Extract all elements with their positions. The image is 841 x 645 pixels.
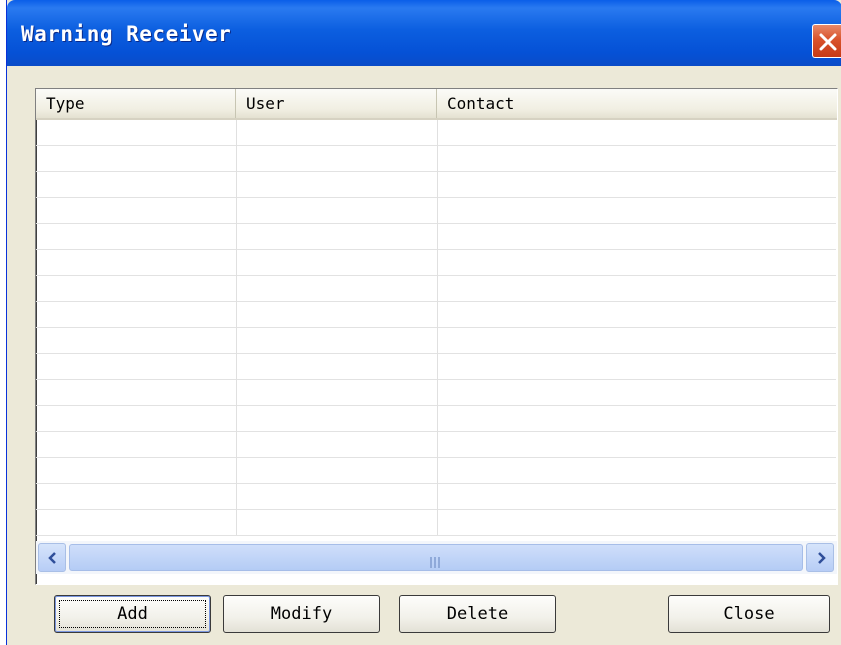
close-icon — [819, 33, 837, 51]
column-header-user[interactable]: User — [236, 89, 437, 118]
delete-button-label: Delete — [446, 604, 509, 624]
empty-row — [36, 302, 836, 328]
scroll-right-button[interactable] — [806, 543, 834, 572]
empty-row — [36, 276, 836, 302]
empty-row — [36, 198, 836, 224]
column-header-type[interactable]: Type — [36, 89, 236, 118]
modify-button-label: Modify — [270, 604, 333, 624]
add-button[interactable]: Add — [54, 595, 211, 633]
close-button-label: Close — [723, 604, 775, 624]
scroll-grip-icon — [430, 553, 444, 568]
warning-receiver-dialog: Warning Receiver Type User Contact Add M… — [6, 0, 841, 645]
receiver-list[interactable]: Type User Contact — [35, 88, 838, 585]
window-title: Warning Receiver — [21, 22, 232, 46]
empty-row — [36, 510, 836, 536]
scroll-left-button[interactable] — [38, 543, 66, 572]
empty-row — [36, 172, 836, 198]
scroll-thumb[interactable] — [69, 544, 803, 571]
close-window-button[interactable] — [812, 24, 841, 58]
chevron-right-icon — [818, 552, 826, 564]
chevron-left-icon — [48, 552, 56, 564]
delete-button[interactable]: Delete — [399, 595, 556, 633]
empty-row — [36, 120, 836, 146]
column-header-contact[interactable]: Contact — [437, 89, 837, 118]
empty-row — [36, 146, 836, 172]
column-divider — [236, 120, 237, 535]
modify-button[interactable]: Modify — [223, 595, 380, 633]
empty-row — [36, 406, 836, 432]
empty-row — [36, 458, 836, 484]
horizontal-scrollbar[interactable] — [36, 541, 837, 574]
empty-row — [36, 354, 836, 380]
empty-row — [36, 250, 836, 276]
close-button[interactable]: Close — [668, 595, 830, 633]
empty-row — [36, 328, 836, 354]
empty-row — [36, 380, 836, 406]
empty-row — [36, 484, 836, 510]
empty-row — [36, 224, 836, 250]
title-bar[interactable]: Warning Receiver — [7, 0, 841, 66]
column-divider — [437, 120, 438, 535]
list-header: Type User Contact — [36, 89, 837, 120]
empty-row — [36, 432, 836, 458]
focus-rect — [59, 600, 206, 628]
